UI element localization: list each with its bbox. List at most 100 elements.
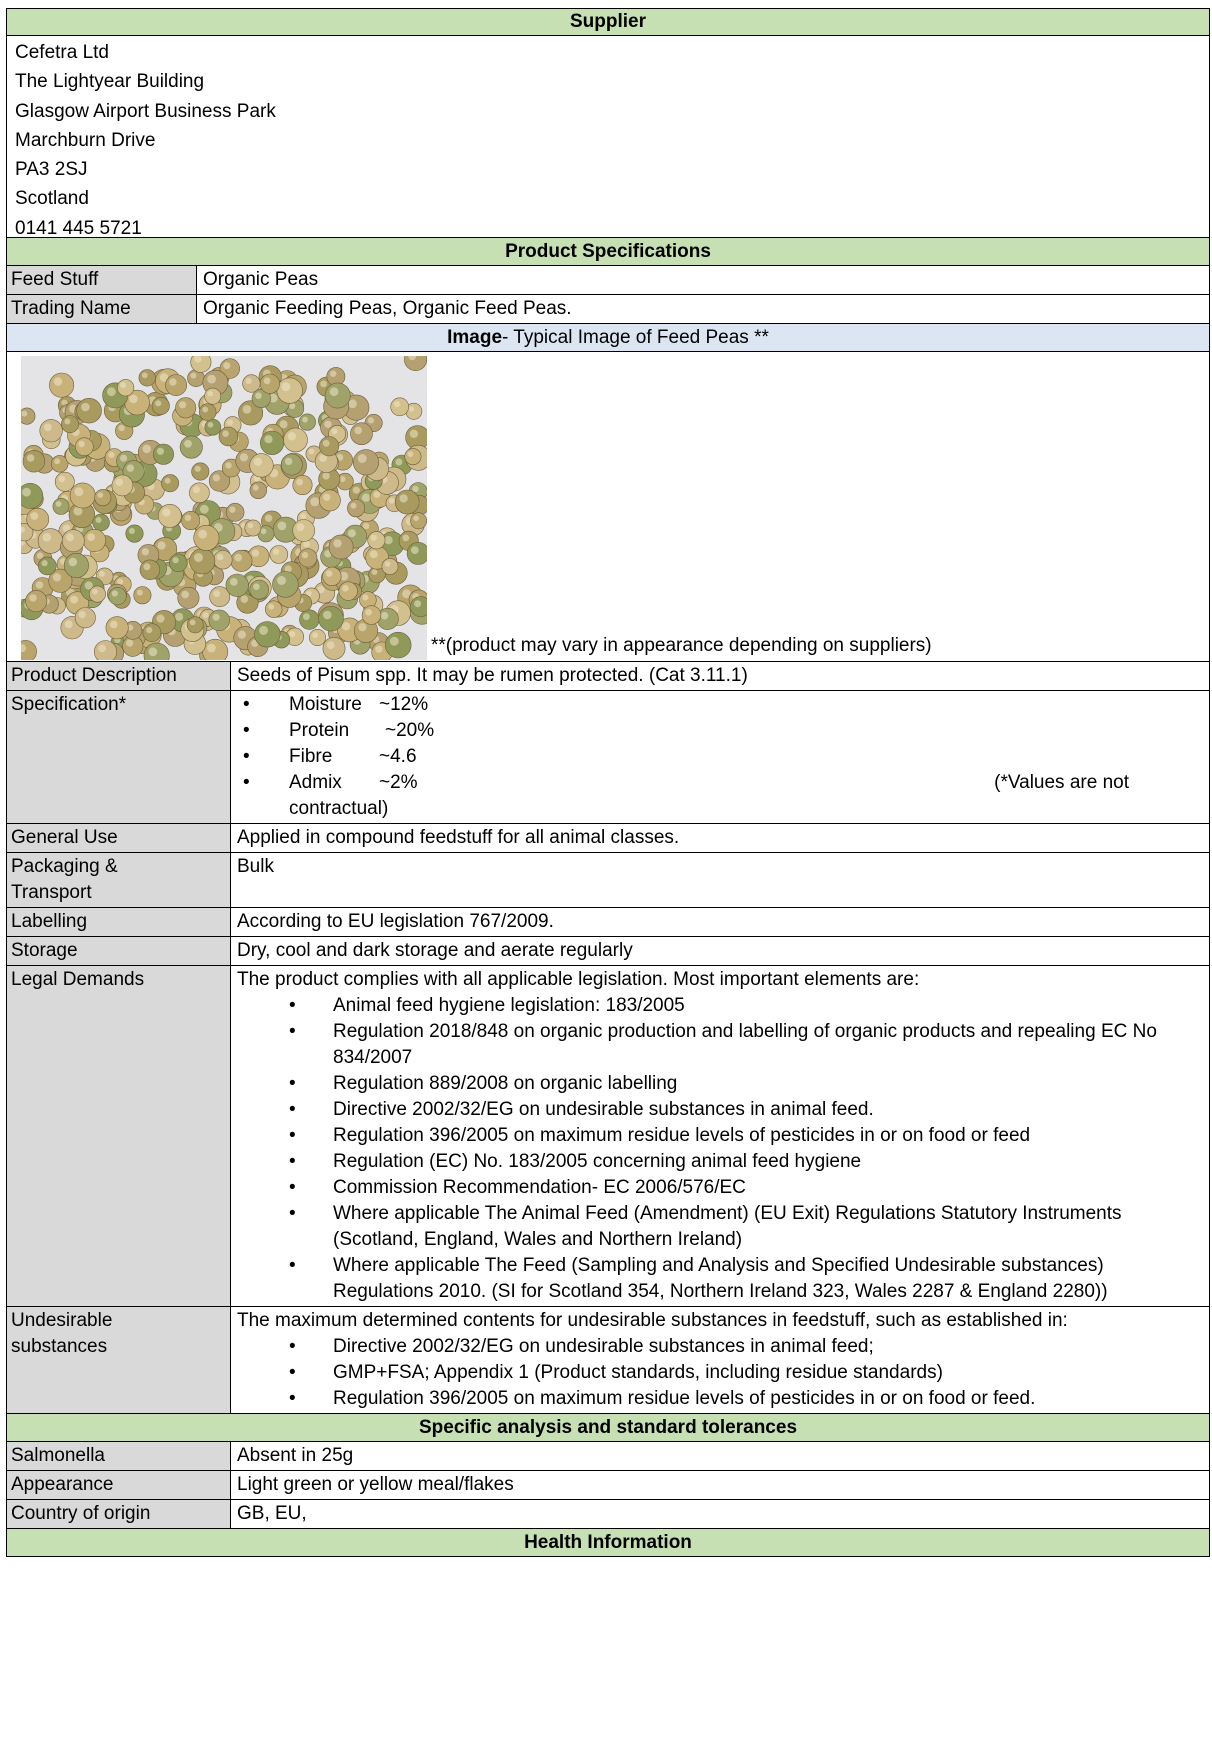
pea-highlight	[68, 557, 78, 567]
analysis-header: Specific analysis and standard tolerance…	[6, 1414, 1210, 1442]
pea-highlight	[339, 476, 346, 483]
pea-highlight	[43, 423, 52, 432]
pea-highlight	[66, 533, 74, 542]
pea-highlight	[402, 534, 410, 542]
pea	[390, 397, 410, 417]
pea-highlight	[126, 464, 135, 472]
pea	[179, 435, 203, 459]
pea-highlight	[384, 536, 393, 545]
pea	[49, 372, 75, 398]
pea-highlight	[330, 370, 337, 377]
pea-highlight	[126, 639, 134, 647]
pea-highlight	[26, 454, 35, 462]
pea	[298, 413, 316, 431]
pea-highlight	[329, 387, 339, 397]
pea-highlight	[22, 487, 31, 497]
pea-highlight	[198, 529, 208, 539]
pea-highlight	[117, 578, 124, 585]
pea-highlight	[342, 585, 349, 592]
pea-highlight	[384, 561, 391, 567]
undesirable-label: Undesirable substances	[7, 1307, 231, 1413]
pea-highlight	[323, 610, 332, 620]
pea-highlight	[118, 425, 125, 432]
pea	[381, 558, 399, 575]
pea-highlight	[129, 394, 138, 404]
pea	[249, 481, 268, 500]
pea	[361, 605, 382, 625]
pea-highlight	[380, 611, 389, 620]
pea-highlight	[367, 417, 375, 424]
pea-highlight	[242, 405, 252, 414]
pea-highlight	[399, 494, 408, 503]
pea	[394, 489, 420, 515]
pea	[272, 571, 299, 598]
pea-highlight	[81, 402, 90, 412]
pea-highlight	[361, 493, 371, 502]
pea-highlight	[109, 620, 118, 629]
pea-highlight	[412, 485, 419, 493]
pea-highlight	[279, 420, 288, 429]
packaging-row: Packaging & Transport Bulk	[6, 853, 1210, 908]
pea-highlight	[393, 401, 401, 408]
pea-highlight	[190, 372, 197, 379]
pea	[249, 579, 269, 600]
pea-highlight	[175, 612, 184, 621]
pea-highlight	[143, 563, 151, 571]
salmonella-value: Absent in 25g	[237, 1445, 354, 1466]
pea-highlight	[300, 513, 307, 520]
pea	[125, 524, 144, 543]
pea-highlight	[207, 422, 214, 428]
pea-highlight	[407, 451, 414, 457]
pea-highlight	[301, 551, 309, 559]
pea-highlight	[255, 392, 262, 399]
packaging-label: Packaging & Transport	[7, 853, 231, 907]
general-use-value: Applied in compound feedstuff for all an…	[237, 827, 680, 848]
pea-highlight	[371, 569, 378, 575]
pea-highlight	[409, 429, 419, 438]
appearance-value: Light green or yellow meal/flakes	[237, 1474, 514, 1495]
pea-highlight	[70, 595, 78, 604]
pea	[82, 529, 106, 553]
pea	[88, 585, 106, 603]
pea-highlight	[74, 487, 84, 497]
pea	[347, 499, 366, 518]
pea-highlight	[21, 410, 28, 417]
pea	[151, 396, 170, 415]
pea-highlight	[212, 613, 220, 621]
storage-value: Dry, cool and dark storage and aerate re…	[237, 940, 633, 961]
pea-highlight	[289, 631, 296, 638]
pea-highlight	[193, 553, 203, 562]
pea	[142, 623, 162, 643]
pea-highlight	[395, 458, 403, 466]
pea-highlight	[194, 465, 201, 472]
pea	[225, 503, 245, 522]
product-description-value: Seeds of Pisum spp. It may be rumen prot…	[237, 665, 748, 686]
pea-highlight	[320, 380, 327, 388]
labelling-value: According to EU legislation 767/2009.	[237, 911, 554, 932]
supplier-header: Supplier	[6, 8, 1210, 36]
pea-highlight	[410, 546, 419, 554]
pea-highlight	[136, 589, 143, 596]
pea	[322, 566, 342, 586]
storage-label: Storage	[7, 937, 231, 965]
feed-stuff-value: Organic Peas	[203, 269, 319, 290]
pea	[186, 616, 204, 634]
pea-highlight	[107, 387, 116, 397]
pea-highlight	[323, 493, 331, 501]
pea	[177, 586, 200, 609]
pea	[157, 503, 182, 528]
general-use-label: General Use	[7, 824, 231, 852]
spec-item-name: Moisture	[289, 694, 362, 715]
spec-item: Admix ~2% (*Values are not	[237, 770, 1203, 796]
pea-highlight	[36, 552, 44, 559]
packaging-value: Bulk	[237, 856, 274, 877]
pea	[404, 448, 422, 466]
packaging-label-line: Packaging &	[11, 856, 118, 877]
pea	[406, 542, 427, 565]
pea-highlight	[30, 512, 39, 520]
pea-highlight	[95, 517, 102, 523]
pea-highlight	[111, 590, 118, 597]
legal-item: Regulation (EC) No. 183/2005 concerning …	[237, 1149, 1203, 1175]
pea	[230, 549, 253, 572]
product-description-label: Product Description	[7, 662, 231, 690]
